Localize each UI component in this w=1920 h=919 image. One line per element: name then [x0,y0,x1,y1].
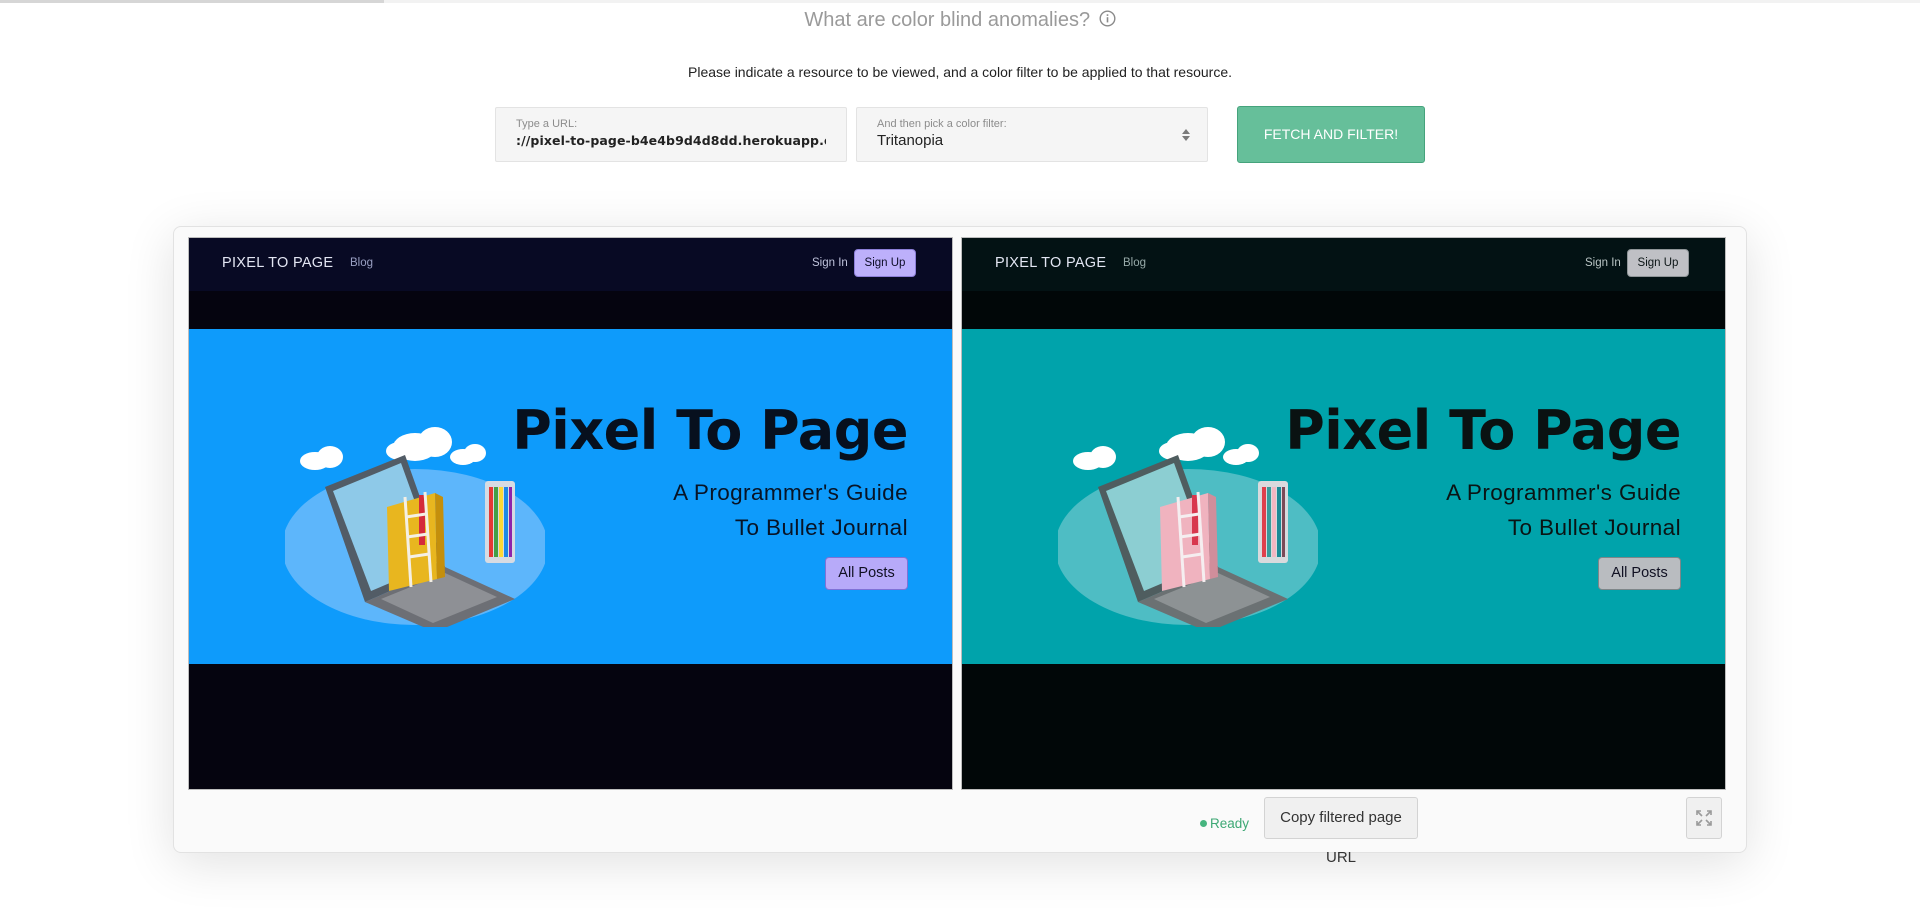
original-page-preview[interactable]: PIXEL TO PAGE Blog Sign In Sign Up Pixel… [188,237,953,790]
laptop-books-illustration [285,427,545,627]
color-filter-value[interactable]: Tritanopia [877,131,1187,151]
headline-row: What are color blind anomalies? [0,9,1920,32]
hero-subtitle-line2: To Bullet Journal [1507,515,1681,540]
fullscreen-button[interactable] [1686,797,1722,839]
hero-subtitle-line2: To Bullet Journal [734,515,908,540]
url-field[interactable]: Type a URL: ://pixel-to-page-b4e4b9d4d8d… [495,107,847,162]
hero-subtitle-line1: A Programmer's Guide [1446,480,1681,505]
all-posts-button[interactable]: All Posts [825,557,908,590]
preview-blog-link[interactable]: Blog [350,257,373,269]
status-indicator: Ready [1200,816,1249,831]
preview-navbar: PIXEL TO PAGE Blog Sign In Sign Up [962,238,1725,291]
expand-icon [1696,810,1712,826]
status-dot-icon [1200,820,1207,827]
loading-progress-bar [0,0,1920,3]
preview-brand[interactable]: PIXEL TO PAGE [995,255,1106,271]
hero-title: Pixel To Page [1285,399,1681,462]
color-blind-anomalies-link[interactable]: What are color blind anomalies? [804,9,1090,31]
color-filter-label: And then pick a color filter: [877,118,1007,130]
color-filter-select[interactable]: And then pick a color filter: Tritanopia [856,107,1208,162]
preview-brand[interactable]: PIXEL TO PAGE [222,255,333,271]
preview-blog-link[interactable]: Blog [1123,257,1146,269]
preview-navbar: PIXEL TO PAGE Blog Sign In Sign Up [189,238,952,291]
filtered-page-preview[interactable]: PIXEL TO PAGE Blog Sign In Sign Up Pixel… [961,237,1726,790]
url-input[interactable]: ://pixel-to-page-b4e4b9d4d8dd.herokuapp.… [516,131,826,151]
preview-sign-in-link[interactable]: Sign In [812,257,848,269]
hero-subtitle-line1: A Programmer's Guide [673,480,908,505]
loading-progress-fill [0,0,384,3]
preview-sign-up-button[interactable]: Sign Up [1627,249,1689,277]
laptop-books-illustration [1058,427,1318,627]
copy-filtered-url-button[interactable]: Copy filtered page URL [1264,797,1418,866]
all-posts-button[interactable]: All Posts [1598,557,1681,590]
preview-sign-in-link[interactable]: Sign In [1585,257,1621,269]
comparison-viewer: PIXEL TO PAGE Blog Sign In Sign Up Pixel… [173,226,1747,866]
fetch-and-filter-button[interactable]: FETCH AND FILTER! [1237,106,1425,163]
preview-hero-banner: Pixel To Page A Programmer's Guide To Bu… [189,329,952,664]
info-circle-icon[interactable] [1099,9,1116,32]
hero-title: Pixel To Page [512,399,908,462]
select-arrows-icon [1182,129,1190,141]
preview-sign-up-button[interactable]: Sign Up [854,249,916,277]
instructions-text: Please indicate a resource to be viewed,… [688,64,1232,80]
url-field-label: Type a URL: [516,118,578,130]
preview-hero-banner: Pixel To Page A Programmer's Guide To Bu… [962,329,1725,664]
status-text: Ready [1210,816,1250,831]
